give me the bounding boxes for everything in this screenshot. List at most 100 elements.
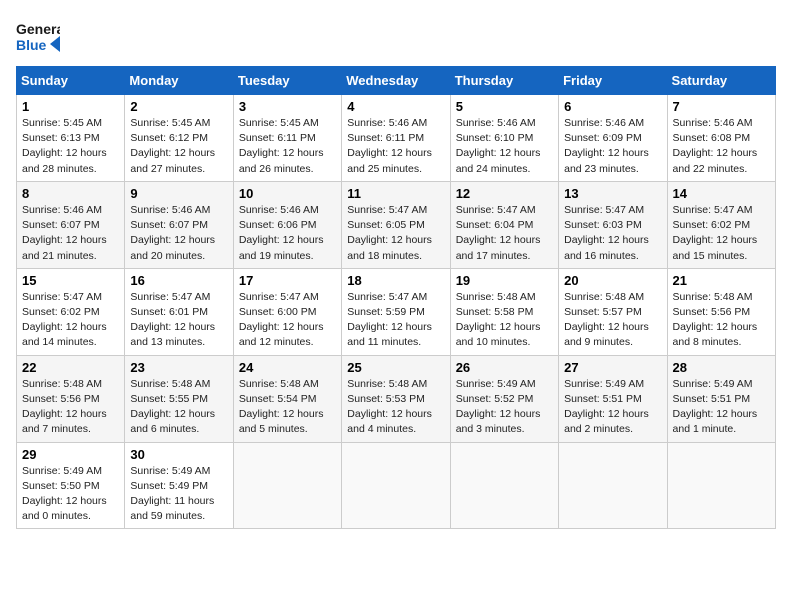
calendar-cell: 23 Sunrise: 5:48 AMSunset: 5:55 PMDaylig… <box>125 355 233 442</box>
calendar-cell: 22 Sunrise: 5:48 AMSunset: 5:56 PMDaylig… <box>17 355 125 442</box>
calendar-cell: 5 Sunrise: 5:46 AMSunset: 6:10 PMDayligh… <box>450 95 558 182</box>
calendar-cell <box>450 442 558 529</box>
day-number: 24 <box>239 360 336 375</box>
calendar-cell: 29 Sunrise: 5:49 AMSunset: 5:50 PMDaylig… <box>17 442 125 529</box>
calendar-cell: 18 Sunrise: 5:47 AMSunset: 5:59 PMDaylig… <box>342 268 450 355</box>
calendar-week-3: 15 Sunrise: 5:47 AMSunset: 6:02 PMDaylig… <box>17 268 776 355</box>
day-number: 7 <box>673 99 770 114</box>
day-info: Sunrise: 5:48 AMSunset: 5:56 PMDaylight:… <box>673 291 758 349</box>
day-info: Sunrise: 5:47 AMSunset: 6:03 PMDaylight:… <box>564 204 649 262</box>
day-info: Sunrise: 5:48 AMSunset: 5:58 PMDaylight:… <box>456 291 541 349</box>
day-number: 13 <box>564 186 661 201</box>
day-number: 12 <box>456 186 553 201</box>
calendar-week-5: 29 Sunrise: 5:49 AMSunset: 5:50 PMDaylig… <box>17 442 776 529</box>
day-info: Sunrise: 5:47 AMSunset: 6:05 PMDaylight:… <box>347 204 432 262</box>
day-number: 27 <box>564 360 661 375</box>
day-info: Sunrise: 5:47 AMSunset: 6:02 PMDaylight:… <box>22 291 107 349</box>
day-info: Sunrise: 5:47 AMSunset: 6:00 PMDaylight:… <box>239 291 324 349</box>
calendar-cell: 14 Sunrise: 5:47 AMSunset: 6:02 PMDaylig… <box>667 181 775 268</box>
day-header-thursday: Thursday <box>450 67 558 95</box>
calendar-cell: 2 Sunrise: 5:45 AMSunset: 6:12 PMDayligh… <box>125 95 233 182</box>
calendar-cell: 17 Sunrise: 5:47 AMSunset: 6:00 PMDaylig… <box>233 268 341 355</box>
day-info: Sunrise: 5:48 AMSunset: 5:55 PMDaylight:… <box>130 378 215 436</box>
day-header-sunday: Sunday <box>17 67 125 95</box>
day-info: Sunrise: 5:49 AMSunset: 5:50 PMDaylight:… <box>22 465 107 523</box>
day-info: Sunrise: 5:48 AMSunset: 5:54 PMDaylight:… <box>239 378 324 436</box>
calendar-cell: 9 Sunrise: 5:46 AMSunset: 6:07 PMDayligh… <box>125 181 233 268</box>
day-info: Sunrise: 5:48 AMSunset: 5:57 PMDaylight:… <box>564 291 649 349</box>
day-number: 17 <box>239 273 336 288</box>
day-number: 26 <box>456 360 553 375</box>
day-info: Sunrise: 5:47 AMSunset: 6:04 PMDaylight:… <box>456 204 541 262</box>
calendar-week-1: 1 Sunrise: 5:45 AMSunset: 6:13 PMDayligh… <box>17 95 776 182</box>
day-info: Sunrise: 5:49 AMSunset: 5:49 PMDaylight:… <box>130 465 214 523</box>
day-info: Sunrise: 5:47 AMSunset: 6:02 PMDaylight:… <box>673 204 758 262</box>
day-info: Sunrise: 5:46 AMSunset: 6:09 PMDaylight:… <box>564 117 649 175</box>
day-number: 16 <box>130 273 227 288</box>
calendar-cell <box>559 442 667 529</box>
day-number: 14 <box>673 186 770 201</box>
day-header-monday: Monday <box>125 67 233 95</box>
calendar-cell: 26 Sunrise: 5:49 AMSunset: 5:52 PMDaylig… <box>450 355 558 442</box>
day-number: 3 <box>239 99 336 114</box>
calendar: SundayMondayTuesdayWednesdayThursdayFrid… <box>16 66 776 529</box>
day-number: 9 <box>130 186 227 201</box>
day-header-wednesday: Wednesday <box>342 67 450 95</box>
calendar-cell <box>667 442 775 529</box>
day-number: 25 <box>347 360 444 375</box>
calendar-cell: 19 Sunrise: 5:48 AMSunset: 5:58 PMDaylig… <box>450 268 558 355</box>
day-info: Sunrise: 5:47 AMSunset: 6:01 PMDaylight:… <box>130 291 215 349</box>
day-info: Sunrise: 5:46 AMSunset: 6:07 PMDaylight:… <box>130 204 215 262</box>
calendar-cell: 12 Sunrise: 5:47 AMSunset: 6:04 PMDaylig… <box>450 181 558 268</box>
day-number: 11 <box>347 186 444 201</box>
calendar-cell: 16 Sunrise: 5:47 AMSunset: 6:01 PMDaylig… <box>125 268 233 355</box>
day-number: 8 <box>22 186 119 201</box>
day-number: 2 <box>130 99 227 114</box>
day-number: 4 <box>347 99 444 114</box>
day-number: 6 <box>564 99 661 114</box>
day-header-tuesday: Tuesday <box>233 67 341 95</box>
calendar-cell: 3 Sunrise: 5:45 AMSunset: 6:11 PMDayligh… <box>233 95 341 182</box>
calendar-cell: 11 Sunrise: 5:47 AMSunset: 6:05 PMDaylig… <box>342 181 450 268</box>
day-number: 30 <box>130 447 227 462</box>
day-header-friday: Friday <box>559 67 667 95</box>
calendar-cell: 10 Sunrise: 5:46 AMSunset: 6:06 PMDaylig… <box>233 181 341 268</box>
calendar-week-2: 8 Sunrise: 5:46 AMSunset: 6:07 PMDayligh… <box>17 181 776 268</box>
calendar-cell: 21 Sunrise: 5:48 AMSunset: 5:56 PMDaylig… <box>667 268 775 355</box>
calendar-cell: 27 Sunrise: 5:49 AMSunset: 5:51 PMDaylig… <box>559 355 667 442</box>
svg-text:General: General <box>16 21 60 37</box>
calendar-cell: 15 Sunrise: 5:47 AMSunset: 6:02 PMDaylig… <box>17 268 125 355</box>
calendar-cell: 24 Sunrise: 5:48 AMSunset: 5:54 PMDaylig… <box>233 355 341 442</box>
day-info: Sunrise: 5:49 AMSunset: 5:51 PMDaylight:… <box>673 378 758 436</box>
calendar-cell: 8 Sunrise: 5:46 AMSunset: 6:07 PMDayligh… <box>17 181 125 268</box>
day-info: Sunrise: 5:49 AMSunset: 5:51 PMDaylight:… <box>564 378 649 436</box>
day-number: 28 <box>673 360 770 375</box>
calendar-cell: 7 Sunrise: 5:46 AMSunset: 6:08 PMDayligh… <box>667 95 775 182</box>
day-number: 19 <box>456 273 553 288</box>
day-info: Sunrise: 5:46 AMSunset: 6:07 PMDaylight:… <box>22 204 107 262</box>
day-info: Sunrise: 5:48 AMSunset: 5:56 PMDaylight:… <box>22 378 107 436</box>
calendar-cell <box>342 442 450 529</box>
day-number: 1 <box>22 99 119 114</box>
day-header-saturday: Saturday <box>667 67 775 95</box>
day-number: 15 <box>22 273 119 288</box>
day-number: 23 <box>130 360 227 375</box>
day-number: 18 <box>347 273 444 288</box>
day-info: Sunrise: 5:49 AMSunset: 5:52 PMDaylight:… <box>456 378 541 436</box>
calendar-cell: 28 Sunrise: 5:49 AMSunset: 5:51 PMDaylig… <box>667 355 775 442</box>
day-number: 21 <box>673 273 770 288</box>
svg-text:Blue: Blue <box>16 37 47 53</box>
day-info: Sunrise: 5:45 AMSunset: 6:13 PMDaylight:… <box>22 117 107 175</box>
day-number: 22 <box>22 360 119 375</box>
day-info: Sunrise: 5:45 AMSunset: 6:11 PMDaylight:… <box>239 117 324 175</box>
header: General Blue <box>16 16 776 54</box>
day-info: Sunrise: 5:48 AMSunset: 5:53 PMDaylight:… <box>347 378 432 436</box>
day-info: Sunrise: 5:46 AMSunset: 6:06 PMDaylight:… <box>239 204 324 262</box>
calendar-cell: 13 Sunrise: 5:47 AMSunset: 6:03 PMDaylig… <box>559 181 667 268</box>
logo: General Blue <box>16 16 60 54</box>
calendar-cell: 30 Sunrise: 5:49 AMSunset: 5:49 PMDaylig… <box>125 442 233 529</box>
day-info: Sunrise: 5:46 AMSunset: 6:11 PMDaylight:… <box>347 117 432 175</box>
calendar-cell <box>233 442 341 529</box>
day-number: 10 <box>239 186 336 201</box>
calendar-cell: 6 Sunrise: 5:46 AMSunset: 6:09 PMDayligh… <box>559 95 667 182</box>
